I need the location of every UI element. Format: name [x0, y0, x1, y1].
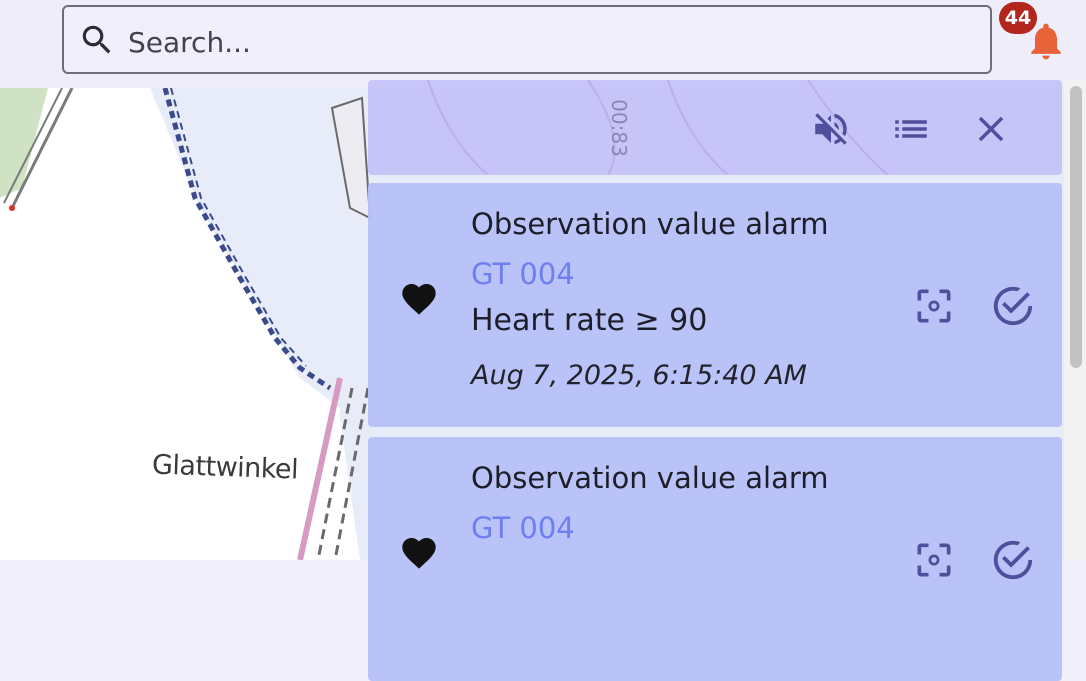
alarm-device-link[interactable]: GT 004 — [471, 511, 575, 545]
map-road-label: 00:83 — [606, 99, 631, 157]
alarm-panel-header: 00:83 — [368, 80, 1062, 175]
locate-button[interactable] — [911, 283, 957, 329]
alarm-device-link[interactable]: GT 004 — [471, 257, 575, 291]
alarm-timestamp: Aug 7, 2025, 6:15:40 AM — [471, 360, 807, 391]
close-icon — [978, 116, 1004, 142]
search-icon — [82, 25, 111, 54]
alarm-title: Observation value alarm — [471, 207, 829, 241]
top-bar: 44 — [0, 0, 1086, 88]
heart-icon — [402, 538, 436, 569]
map-lines-behind-header — [427, 80, 889, 175]
alarm-condition: Heart rate ≥ 90 — [471, 303, 708, 338]
list-icon — [895, 120, 927, 138]
locate-button[interactable] — [911, 537, 957, 583]
check-circle-icon — [993, 286, 1033, 326]
alarm-card[interactable]: Observation value alarm GT 004 Heart rat… — [368, 183, 1062, 427]
check-circle-icon — [993, 540, 1033, 580]
mute-icon — [815, 113, 847, 145]
list-button[interactable] — [888, 106, 934, 152]
mute-button[interactable] — [808, 106, 854, 152]
acknowledge-button[interactable] — [990, 537, 1036, 583]
search-box[interactable] — [62, 5, 992, 74]
close-button[interactable] — [968, 106, 1014, 152]
acknowledge-button[interactable] — [990, 283, 1036, 329]
map-place-label: Glattwinkel — [151, 449, 299, 486]
heart-icon — [402, 284, 436, 315]
notification-count-badge: 44 — [999, 2, 1037, 34]
scrollbar-thumb[interactable] — [1070, 86, 1082, 368]
search-input[interactable] — [126, 21, 970, 63]
locate-focus-icon — [917, 289, 951, 323]
alarm-title: Observation value alarm — [471, 461, 829, 495]
locate-focus-icon — [917, 543, 951, 577]
alarm-card[interactable]: Observation value alarm GT 004 — [368, 437, 1062, 681]
